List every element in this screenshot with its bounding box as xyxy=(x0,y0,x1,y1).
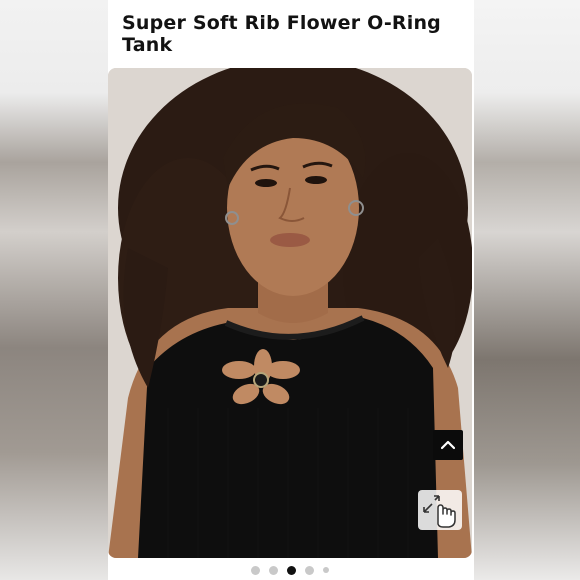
blurred-background-left xyxy=(0,0,108,580)
zoom-button[interactable] xyxy=(418,490,462,530)
carousel-indicator xyxy=(108,562,472,578)
chevron-up-icon xyxy=(441,440,455,450)
product-page: Super Soft Rib Flower O-Ring Tank xyxy=(108,0,474,580)
scroll-to-top-button[interactable] xyxy=(433,430,463,460)
carousel-dot[interactable] xyxy=(305,565,314,575)
blurred-background-right xyxy=(474,0,580,580)
carousel-dot[interactable] xyxy=(251,565,260,575)
cut-off-breadcrumb xyxy=(120,0,462,2)
tap-to-zoom-icon xyxy=(423,495,456,528)
product-title: Super Soft Rib Flower O-Ring Tank xyxy=(122,12,441,56)
carousel-dot[interactable] xyxy=(269,565,278,575)
product-image[interactable] xyxy=(108,68,472,558)
carousel-dot-active[interactable] xyxy=(287,565,296,575)
model-photo-illustration xyxy=(108,68,472,558)
carousel-dot[interactable] xyxy=(323,567,329,573)
